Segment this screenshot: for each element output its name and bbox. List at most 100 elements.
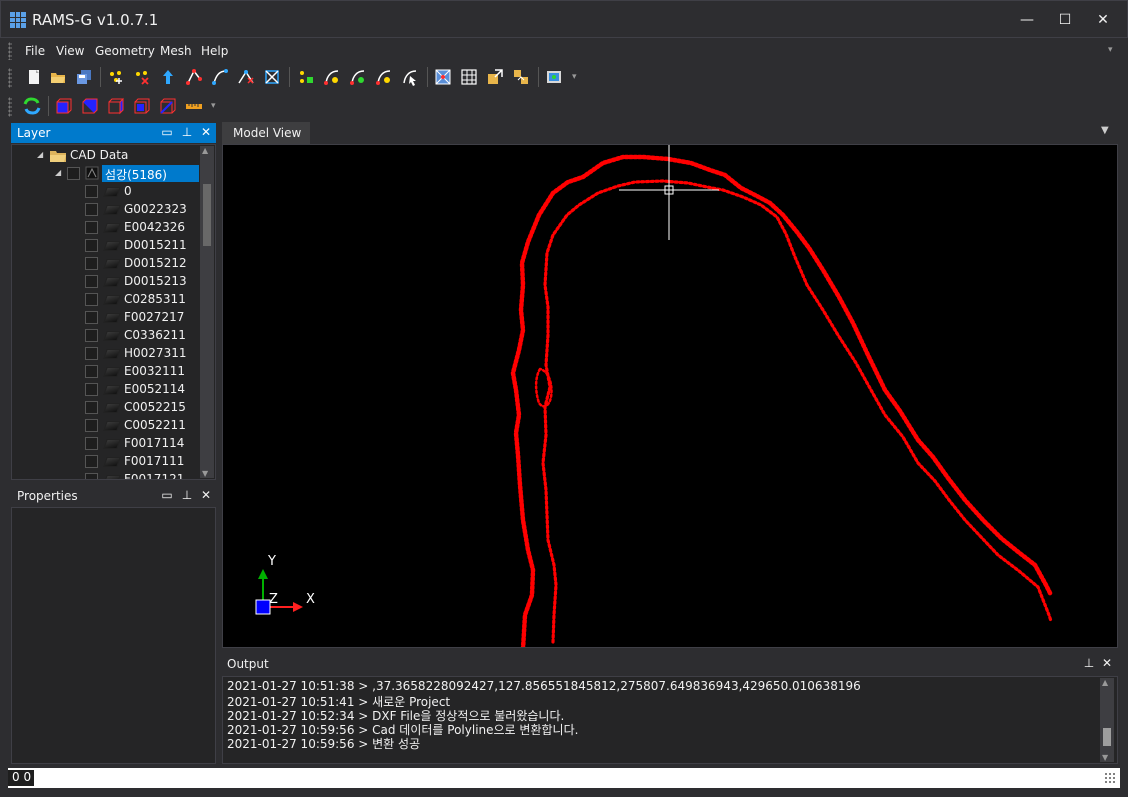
remove-point-icon[interactable]	[133, 68, 151, 86]
menu-geometry[interactable]: Geometry	[95, 44, 155, 58]
curve-node-icon[interactable]	[323, 68, 341, 86]
layer-item[interactable]: C0285311	[12, 291, 202, 309]
grip-icon[interactable]	[8, 42, 12, 60]
view-right-icon[interactable]	[107, 97, 125, 115]
view-left-icon[interactable]	[133, 97, 151, 115]
tree-node-cad-data[interactable]: ◢ CAD Data	[12, 147, 202, 165]
add-point-icon[interactable]	[107, 68, 125, 86]
minimize-button[interactable]: —	[1012, 7, 1042, 33]
mesh-diagonal-icon[interactable]	[434, 68, 452, 86]
cad-drawing[interactable]: Y Z X	[223, 145, 1118, 648]
close-button[interactable]: ✕	[1088, 7, 1118, 33]
layer-checkbox[interactable]	[85, 239, 98, 252]
layer-checkbox[interactable]	[85, 419, 98, 432]
collapse-arrow-icon[interactable]: ◢	[37, 150, 43, 159]
maximize-panel-icon[interactable]: ▭	[160, 488, 174, 502]
grip-icon[interactable]	[8, 68, 12, 88]
layer-checkbox[interactable]	[85, 293, 98, 306]
layer-item[interactable]: F0017114	[12, 435, 202, 453]
import-icon[interactable]	[512, 68, 530, 86]
group-checkbox[interactable]	[67, 167, 80, 180]
close-panel-icon[interactable]: ✕	[1100, 656, 1114, 670]
layer-item[interactable]: C0052211	[12, 417, 202, 435]
render-icon[interactable]	[545, 68, 563, 86]
open-folder-icon[interactable]	[49, 68, 67, 86]
pin-icon[interactable]: ⊥	[180, 125, 194, 139]
layer-checkbox[interactable]	[85, 365, 98, 378]
curve-check-icon[interactable]	[349, 68, 367, 86]
layer-item[interactable]: E0052114	[12, 381, 202, 399]
resize-grip-icon[interactable]	[1104, 772, 1116, 784]
layer-item[interactable]: F0017121	[12, 471, 202, 479]
tab-model-view[interactable]: Model View	[222, 122, 310, 144]
close-panel-icon[interactable]: ✕	[199, 488, 213, 502]
layer-item[interactable]: F0017111	[12, 453, 202, 471]
layer-item[interactable]: H0027311	[12, 345, 202, 363]
layer-checkbox[interactable]	[85, 185, 98, 198]
layer-checkbox[interactable]	[85, 437, 98, 450]
collapse-arrow-icon[interactable]: ◢	[55, 168, 61, 177]
move-up-icon[interactable]	[159, 68, 177, 86]
menu-overflow-icon[interactable]: ▾	[1108, 45, 1113, 55]
new-file-icon[interactable]	[25, 68, 43, 86]
menu-file[interactable]: File	[25, 44, 45, 58]
tab-dropdown-icon[interactable]: ▼	[1101, 125, 1109, 136]
maximize-button[interactable]: ☐	[1050, 7, 1080, 33]
layer-checkbox[interactable]	[85, 401, 98, 414]
layer-item[interactable]: G0022323	[12, 201, 202, 219]
layer-item[interactable]: D0015211	[12, 237, 202, 255]
view-iso-icon[interactable]	[159, 97, 177, 115]
scroll-up-icon[interactable]: ▲	[1102, 678, 1108, 687]
node-add-icon[interactable]	[297, 68, 315, 86]
split-line-icon[interactable]	[237, 68, 255, 86]
layer-checkbox[interactable]	[85, 275, 98, 288]
refresh-icon[interactable]	[23, 97, 41, 115]
delete-line-icon[interactable]	[263, 68, 281, 86]
scroll-down-icon[interactable]: ▼	[202, 469, 208, 478]
layer-scroll-thumb[interactable]	[203, 184, 211, 246]
layer-item[interactable]: E0032111	[12, 363, 202, 381]
layer-checkbox[interactable]	[85, 221, 98, 234]
view-top-icon[interactable]	[81, 97, 99, 115]
menu-mesh[interactable]: Mesh	[160, 44, 192, 58]
close-panel-icon[interactable]: ✕	[199, 125, 213, 139]
layer-checkbox[interactable]	[85, 383, 98, 396]
view-front-icon[interactable]	[55, 97, 73, 115]
model-view-canvas[interactable]: Y Z X	[222, 144, 1118, 648]
polyline-icon[interactable]	[211, 68, 229, 86]
mesh-grid-icon[interactable]	[460, 68, 478, 86]
layer-item[interactable]: C0336211	[12, 327, 202, 345]
layer-item[interactable]: C0052215	[12, 399, 202, 417]
export-icon[interactable]	[486, 68, 504, 86]
maximize-panel-icon[interactable]: ▭	[160, 125, 174, 139]
layer-item[interactable]: 0	[12, 183, 202, 201]
tree-node-group[interactable]: ◢ 섬강(5186)	[12, 165, 202, 183]
layer-checkbox[interactable]	[85, 203, 98, 216]
menu-view[interactable]: View	[56, 44, 84, 58]
layer-checkbox[interactable]	[85, 473, 98, 479]
layer-checkbox[interactable]	[85, 455, 98, 468]
scroll-up-icon[interactable]: ▲	[202, 146, 208, 155]
layer-checkbox[interactable]	[85, 257, 98, 270]
menu-help[interactable]: Help	[201, 44, 228, 58]
layer-checkbox[interactable]	[85, 311, 98, 324]
scroll-down-icon[interactable]: ▼	[1102, 753, 1108, 762]
edit-line-icon[interactable]	[185, 68, 203, 86]
layer-item[interactable]: E0042326	[12, 219, 202, 237]
curve-adjust-icon[interactable]	[375, 68, 393, 86]
grip-icon[interactable]	[8, 97, 12, 117]
layer-checkbox[interactable]	[85, 329, 98, 342]
toolbar-overflow-icon[interactable]: ▾	[211, 101, 216, 111]
output-scroll-thumb[interactable]	[1103, 728, 1111, 746]
layer-checkbox[interactable]	[85, 347, 98, 360]
pin-icon[interactable]: ⊥	[180, 488, 194, 502]
layer-item[interactable]: D0015212	[12, 255, 202, 273]
ruler-icon[interactable]	[185, 97, 203, 115]
layer-item[interactable]: D0015213	[12, 273, 202, 291]
output-scrollbar[interactable]: ▲ ▼	[1100, 678, 1114, 762]
save-icon[interactable]	[75, 68, 93, 86]
curve-select-icon[interactable]	[401, 68, 419, 86]
pin-icon[interactable]: ⊥	[1082, 656, 1096, 670]
toolbar-overflow-icon[interactable]: ▾	[572, 72, 577, 82]
layer-item[interactable]: F0027217	[12, 309, 202, 327]
